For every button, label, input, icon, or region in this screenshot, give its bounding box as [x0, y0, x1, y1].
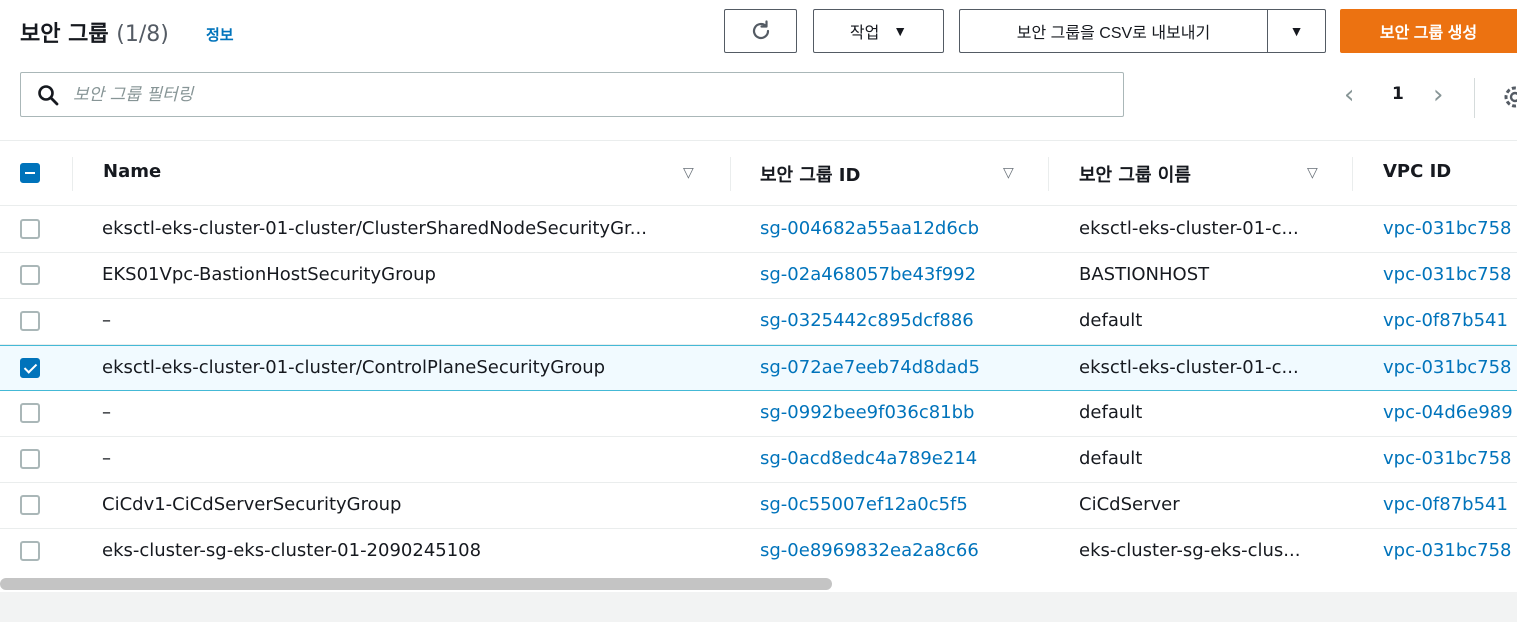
sort-icon[interactable]: ▽ — [1003, 165, 1014, 181]
column-header-name[interactable]: Name — [103, 161, 161, 182]
row-vpc-id-link[interactable]: vpc-031bc758 — [1383, 448, 1517, 469]
row-group-id-link[interactable]: sg-0e8969832ea2a8c66 — [760, 540, 1040, 561]
current-page-number[interactable]: 1 — [1392, 84, 1404, 104]
caret-down-icon: ▼ — [1289, 23, 1304, 39]
row-group-id-link[interactable]: sg-072ae7eeb74d8dad5 — [760, 357, 1040, 378]
row-vpc-id-link[interactable]: vpc-031bc758 — [1383, 540, 1517, 561]
create-security-group-button[interactable]: 보안 그룹 생성 — [1340, 9, 1517, 53]
filter-input[interactable] — [73, 81, 1103, 109]
row-checkbox[interactable] — [20, 541, 40, 561]
previous-page-button[interactable]: ‹ — [1344, 80, 1354, 110]
row-group-id-link[interactable]: sg-0c55007ef12a0c5f5 — [760, 494, 1040, 515]
row-vpc-id-link[interactable]: vpc-031bc758 — [1383, 218, 1517, 239]
row-name: eks-cluster-sg-eks-cluster-01-2090245108 — [102, 540, 482, 561]
row-vpc-id-link[interactable]: vpc-031bc758 — [1383, 264, 1517, 285]
filter-box[interactable] — [20, 72, 1124, 117]
row-group-name: CiCdServer — [1079, 494, 1180, 515]
table-row[interactable]: EKS01Vpc-BastionHostSecurityGroup sg-02a4… — [0, 253, 1517, 299]
column-divider[interactable] — [1352, 157, 1353, 191]
export-options-dropdown[interactable]: ▼ — [1267, 9, 1326, 53]
row-vpc-id-link[interactable]: vpc-0f87b541 — [1383, 310, 1517, 331]
search-icon — [38, 85, 59, 106]
horizontal-scrollbar-thumb[interactable] — [0, 578, 832, 590]
row-checkbox[interactable] — [20, 219, 40, 239]
row-group-name: default — [1079, 448, 1143, 469]
row-checkbox[interactable] — [20, 311, 40, 331]
table-row[interactable]: eksctl-eks-cluster-01-cluster/ClusterSha… — [0, 207, 1517, 253]
column-header-vpc-id[interactable]: VPC ID — [1383, 161, 1451, 182]
page-title: 보안 그룹 (1/8) — [20, 16, 169, 48]
info-link[interactable]: 정보 — [206, 24, 234, 45]
row-name: eksctl-eks-cluster-01-cluster/ClusterSha… — [102, 218, 647, 239]
row-group-name: default — [1079, 310, 1143, 331]
column-divider — [72, 157, 73, 191]
table-header: Name ▽ 보안 그룹 ID ▽ 보안 그룹 이름 ▽ VPC ID — [0, 140, 1517, 206]
row-group-name: default — [1079, 402, 1143, 423]
table-row[interactable]: – sg-0992bee9f036c81bb default vpc-04d6e989 — [0, 391, 1517, 437]
row-group-id-link[interactable]: sg-0992bee9f036c81bb — [760, 402, 1040, 423]
row-vpc-id-link[interactable]: vpc-04d6e989 — [1383, 402, 1517, 423]
row-name: – — [102, 402, 111, 423]
row-name: eksctl-eks-cluster-01-cluster/ControlPla… — [102, 357, 606, 378]
row-vpc-id-link[interactable]: vpc-0f87b541 — [1383, 494, 1517, 515]
pagination-divider — [1474, 78, 1475, 118]
column-divider[interactable] — [730, 157, 731, 191]
row-group-id-link[interactable]: sg-02a468057be43f992 — [760, 264, 1040, 285]
table-row[interactable]: eksctl-eks-cluster-01-cluster/ControlPla… — [0, 345, 1517, 391]
export-csv-button[interactable]: 보안 그룹을 CSV로 내보내기 — [959, 9, 1267, 53]
row-name: CiCdv1-CiCdServerSecurityGroup — [102, 494, 402, 515]
row-group-name: eks-cluster-sg-eks-clus... — [1079, 540, 1301, 561]
row-group-name: eksctl-eks-cluster-01-c... — [1079, 218, 1299, 239]
table-row[interactable]: – sg-0acd8edc4a789e214 default vpc-031bc758 — [0, 437, 1517, 483]
row-name: EKS01Vpc-BastionHostSecurityGroup — [102, 264, 436, 285]
caret-down-icon: ▼ — [893, 23, 908, 39]
page-title-text: 보안 그룹 — [20, 22, 109, 47]
page-footer — [0, 592, 1517, 622]
row-checkbox[interactable] — [20, 495, 40, 515]
table-row[interactable]: eks-cluster-sg-eks-cluster-01-2090245108… — [0, 529, 1517, 575]
row-vpc-id-link[interactable]: vpc-031bc758 — [1383, 357, 1517, 378]
column-header-group-name[interactable]: 보안 그룹 이름 — [1079, 161, 1191, 187]
page-header: 보안 그룹 (1/8) 정보 작업 ▼ 보안 그룹을 CSV로 내보내기 ▼ 보… — [0, 0, 1517, 64]
refresh-button[interactable] — [724, 9, 797, 53]
select-all-checkbox[interactable] — [20, 163, 40, 183]
sort-icon[interactable]: ▽ — [1307, 165, 1318, 181]
actions-dropdown-button[interactable]: 작업 ▼ — [813, 9, 944, 53]
create-security-group-label: 보안 그룹 생성 — [1379, 25, 1478, 42]
refresh-icon — [752, 20, 769, 40]
row-group-name: BASTIONHOST — [1079, 264, 1210, 285]
row-group-id-link[interactable]: sg-0325442c895dcf886 — [760, 310, 1040, 331]
row-group-name: eksctl-eks-cluster-01-c... — [1079, 357, 1299, 378]
next-page-button[interactable]: › — [1433, 80, 1443, 110]
table-row[interactable]: CiCdv1-CiCdServerSecurityGroup sg-0c55007… — [0, 483, 1517, 529]
export-csv-label: 보안 그룹을 CSV로 내보내기 — [1016, 25, 1211, 42]
sort-icon[interactable]: ▽ — [683, 165, 694, 181]
row-name: – — [102, 310, 111, 331]
column-header-group-id[interactable]: 보안 그룹 ID — [760, 161, 860, 187]
column-divider[interactable] — [1048, 157, 1049, 191]
row-name: – — [102, 448, 111, 469]
table-row[interactable]: – sg-0325442c895dcf886 default vpc-0f87b541 — [0, 299, 1517, 345]
gear-icon[interactable] — [1500, 82, 1517, 112]
row-group-id-link[interactable]: sg-004682a55aa12d6cb — [760, 218, 1040, 239]
row-checkbox[interactable] — [20, 265, 40, 285]
selection-count: (1/8) — [116, 22, 169, 47]
row-checkbox[interactable] — [20, 358, 40, 378]
row-group-id-link[interactable]: sg-0acd8edc4a789e214 — [760, 448, 1040, 469]
row-checkbox[interactable] — [20, 449, 40, 469]
actions-label: 작업 — [849, 25, 880, 42]
row-checkbox[interactable] — [20, 403, 40, 423]
